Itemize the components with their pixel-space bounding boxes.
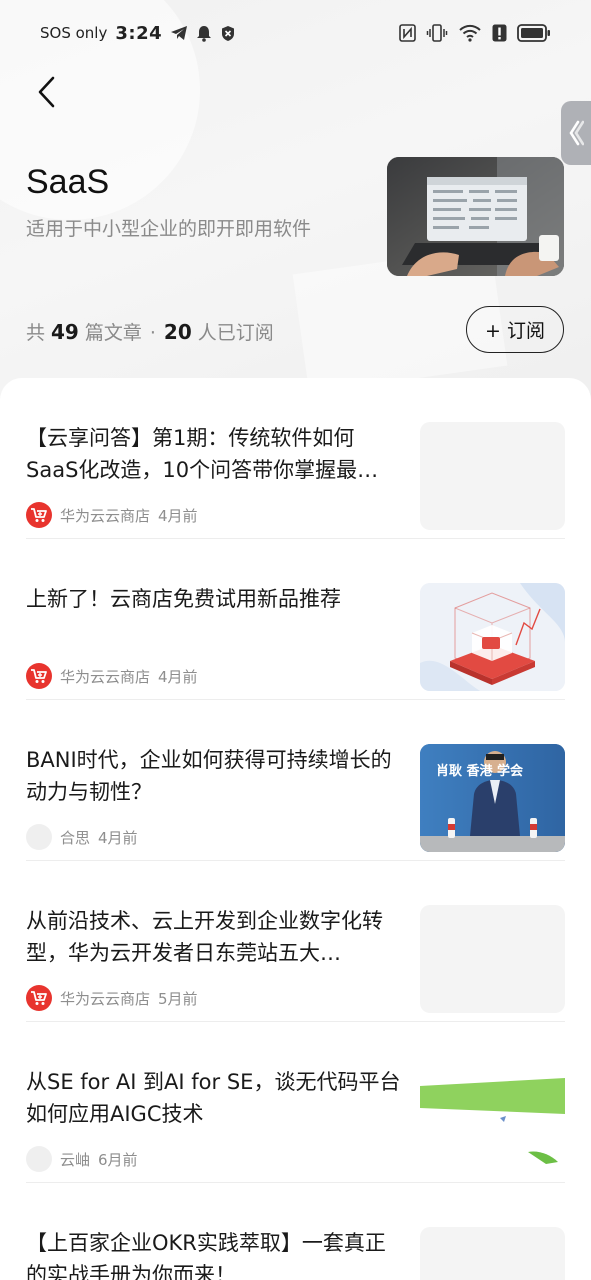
article-thumbnail: [420, 1066, 565, 1174]
topic-cover-image: [387, 157, 564, 276]
carrier-label: SOS only: [40, 24, 108, 42]
article-meta: 华为云云商店 4月前: [26, 502, 198, 528]
article-count: 49: [51, 320, 79, 344]
article-meta: 云岫 6月前: [26, 1146, 138, 1172]
green-graphic: [420, 1066, 565, 1174]
article-source: 华为云云商店: [60, 506, 151, 525]
alert-icon: [492, 24, 507, 42]
article-title: 从前沿技术、云上开发到企业数字化转型，华为云开发者日东莞站五大…: [26, 909, 383, 965]
shield-icon: [220, 25, 236, 42]
page-subtitle: 适用于中小型企业的即开即用软件: [26, 218, 312, 240]
article-thumbnail: [420, 1227, 565, 1280]
cart-logo-icon: [26, 663, 52, 689]
article-item[interactable]: 从前沿技术、云上开发到企业数字化转型，华为云开发者日东莞站五大… 华为云云商店 …: [26, 861, 565, 1022]
subscribe-button[interactable]: + 订阅: [466, 306, 564, 353]
blank-avatar-icon: [26, 824, 52, 850]
article-time: 5月前: [158, 989, 198, 1008]
article-item[interactable]: 【云享问答】第1期：传统软件如何SaaS化改造，10个问答带你掌握最… 华为云云…: [26, 378, 565, 539]
article-thumbnail: [420, 422, 565, 530]
article-source: 合思: [60, 828, 91, 847]
article-source: 华为云云商店: [60, 989, 151, 1008]
chevron-left-icon: [38, 76, 55, 108]
blank-avatar-icon: [26, 1146, 52, 1172]
article-thumbnail: [420, 905, 565, 1013]
back-button[interactable]: [26, 70, 66, 114]
wifi-icon: [458, 24, 482, 42]
side-drawer-handle[interactable]: [561, 101, 591, 165]
articles-label: 篇文章: [84, 322, 142, 344]
photo-banner-text: 肖耿 香港 学会: [436, 764, 524, 779]
subscriber-count: 20: [163, 320, 192, 344]
double-chevron-left-icon: [569, 120, 584, 146]
article-time: 6月前: [98, 1150, 138, 1169]
article-source: 云岫: [60, 1150, 91, 1169]
article-meta: 华为云云商店 4月前: [26, 663, 198, 689]
article-title: 【上百家企业OKR实践萃取】一套真正的实战手册为你而来！: [26, 1231, 386, 1280]
article-time: 4月前: [158, 667, 198, 686]
article-title: 【云享问答】第1期：传统软件如何SaaS化改造，10个问答带你掌握最…: [26, 426, 379, 482]
article-thumbnail: 肖耿 香港 学会: [420, 744, 565, 852]
article-title: 从SE for AI 到AI for SE，谈无代码平台如何应用AIGC技术: [26, 1070, 401, 1126]
cube-graphic: [420, 583, 565, 691]
speaker-photo: [420, 744, 565, 852]
article-title: BANI时代，企业如何获得可持续增长的动力与韧性？: [26, 748, 392, 804]
subscribers-label: 人已订阅: [197, 322, 274, 344]
clock: 3:24: [115, 22, 163, 44]
article-item[interactable]: 从SE for AI 到AI for SE，谈无代码平台如何应用AIGC技术 云…: [26, 1022, 565, 1183]
stats-separator: ·: [149, 322, 156, 344]
article-time: 4月前: [98, 828, 138, 847]
bell-icon: [196, 25, 212, 42]
article-title: 上新了！云商店免费试用新品推荐: [26, 587, 341, 611]
article-thumbnail: [420, 583, 565, 691]
article-meta: 合思 4月前: [26, 824, 138, 850]
article-item[interactable]: 上新了！云商店免费试用新品推荐 华为云云商店 4月前: [26, 539, 565, 700]
nfc-icon: [399, 24, 416, 42]
stats-prefix: 共: [26, 322, 46, 344]
status-bar: SOS only 3:24: [0, 0, 591, 66]
battery-icon: [517, 24, 551, 42]
vibrate-icon: [426, 24, 448, 42]
article-time: 4月前: [158, 506, 198, 525]
article-meta: 华为云云商店 5月前: [26, 985, 198, 1011]
topic-stats: 共 49 篇文章 · 20 人已订阅: [26, 318, 274, 345]
article-item[interactable]: BANI时代，企业如何获得可持续增长的动力与韧性？ 合思 4月前 肖耿 香港 学…: [26, 700, 565, 861]
page-title: SaaS: [26, 163, 110, 201]
article-item[interactable]: 【上百家企业OKR实践萃取】一套真正的实战手册为你而来！: [26, 1183, 565, 1280]
cart-logo-icon: [26, 985, 52, 1011]
article-source: 华为云云商店: [60, 667, 151, 686]
telegram-icon: [170, 25, 188, 41]
cart-logo-icon: [26, 502, 52, 528]
article-list: 【云享问答】第1期：传统软件如何SaaS化改造，10个问答带你掌握最… 华为云云…: [0, 378, 591, 1280]
